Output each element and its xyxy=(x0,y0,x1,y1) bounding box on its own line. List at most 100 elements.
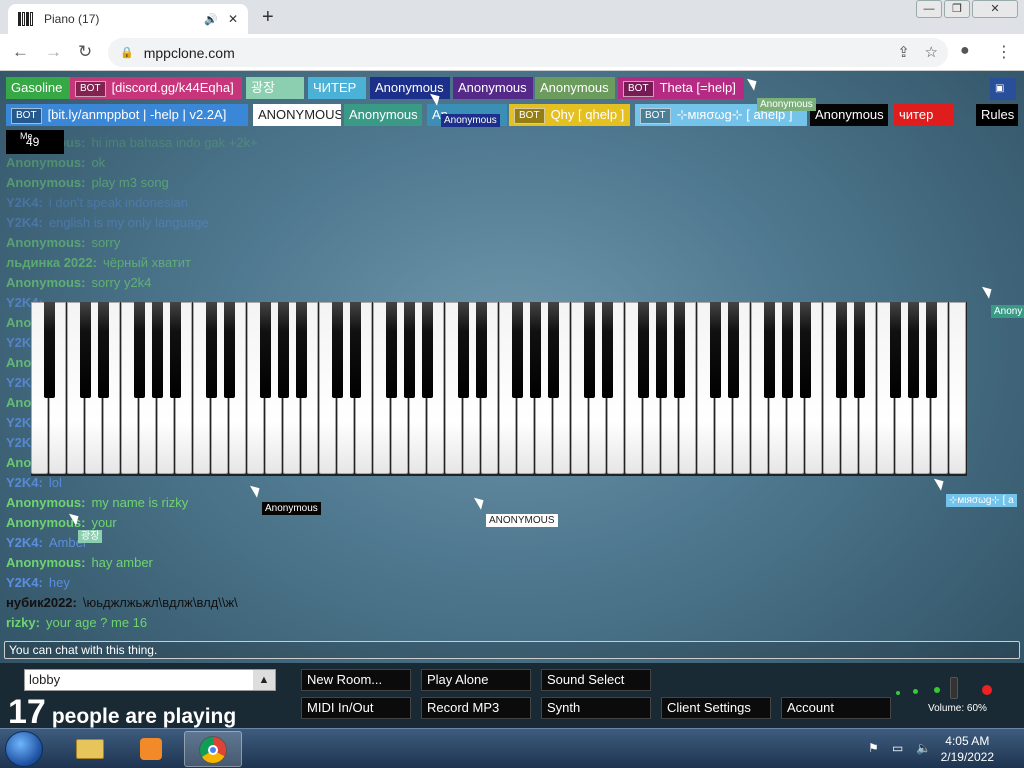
taskbar-clock[interactable]: 4:05 AM 2/19/2022 xyxy=(941,733,994,765)
black-key[interactable] xyxy=(656,302,667,398)
user-tag[interactable]: BOT Qhy [ qhelp ] xyxy=(509,104,630,126)
file-explorer-taskbar-button[interactable] xyxy=(60,731,118,767)
black-key[interactable] xyxy=(350,302,361,398)
black-key[interactable] xyxy=(764,302,775,398)
user-tag[interactable]: ЧИТЕР xyxy=(308,77,366,99)
start-button[interactable] xyxy=(5,731,43,767)
black-key[interactable] xyxy=(278,302,289,398)
black-key[interactable] xyxy=(674,302,685,398)
profile-avatar-icon[interactable]: ● xyxy=(960,42,970,60)
record-mp3-button[interactable]: Record MP3 xyxy=(421,697,531,719)
user-tag[interactable]: BOT [bit.ly/anmppbot | -help | v2.2A] xyxy=(6,104,248,126)
synth-button[interactable]: Synth xyxy=(541,697,651,719)
back-arrow-icon[interactable]: ← xyxy=(12,42,29,62)
reload-icon[interactable]: ↻ xyxy=(78,42,92,62)
share-icon[interactable]: ⇪ xyxy=(897,43,910,61)
black-key[interactable] xyxy=(476,302,487,398)
black-key[interactable] xyxy=(890,302,901,398)
speaker-icon[interactable]: 🔊 xyxy=(204,13,218,26)
restore-button[interactable]: ❐ xyxy=(944,0,970,18)
new-room-button[interactable]: New Room... xyxy=(301,669,411,691)
notification-flag-icon[interactable]: ⚑ xyxy=(868,741,879,755)
user-name: ЧИТЕР xyxy=(313,80,357,95)
player-count-label: people are playing xyxy=(51,705,237,728)
user-tag[interactable]: BOT [discord.gg/k44Eqha] xyxy=(70,77,242,99)
user-badge-icon[interactable]: ▣ xyxy=(990,78,1016,100)
black-key[interactable] xyxy=(170,302,181,398)
chat-text: play m3 song xyxy=(91,175,169,190)
new-tab-button[interactable]: + xyxy=(262,6,274,29)
black-key[interactable] xyxy=(296,302,307,398)
volume-slider[interactable] xyxy=(950,677,958,699)
black-key[interactable] xyxy=(836,302,847,398)
black-key[interactable] xyxy=(404,302,415,398)
black-key[interactable] xyxy=(638,302,649,398)
network-icon[interactable]: ▭ xyxy=(892,741,903,755)
forward-arrow-icon[interactable]: → xyxy=(45,42,62,62)
chat-input[interactable]: You can chat with this thing. xyxy=(4,641,1020,659)
black-key[interactable] xyxy=(206,302,217,398)
chrome-taskbar-button[interactable] xyxy=(184,731,242,767)
user-tag[interactable]: Anonymous xyxy=(344,104,422,126)
play-alone-button[interactable]: Play Alone xyxy=(421,669,531,691)
black-key[interactable] xyxy=(854,302,865,398)
chat-username: Anonymous: xyxy=(6,555,86,570)
black-key[interactable] xyxy=(386,302,397,398)
black-key[interactable] xyxy=(44,302,55,398)
black-key[interactable] xyxy=(530,302,541,398)
black-key[interactable] xyxy=(728,302,739,398)
chat-text: sorry xyxy=(91,235,121,250)
user-tag[interactable]: Gasoline xyxy=(6,77,71,99)
cursor-arrow-icon xyxy=(746,75,761,91)
menu-kebab-icon[interactable]: ⋮ xyxy=(996,42,1012,62)
black-key[interactable] xyxy=(602,302,613,398)
piano-keyboard[interactable] xyxy=(31,302,967,476)
user-tag[interactable]: BOT Theta [=help] xyxy=(618,77,744,99)
volume-tray-icon[interactable]: 🔈 xyxy=(916,741,931,755)
black-key[interactable] xyxy=(710,302,721,398)
chat-message: rizky: your age ? me 16 xyxy=(6,613,566,633)
bookmark-star-icon[interactable]: ☆ xyxy=(925,43,938,61)
black-key[interactable] xyxy=(926,302,937,398)
account-button[interactable]: Account xyxy=(781,697,891,719)
media-player-taskbar-button[interactable] xyxy=(122,731,180,767)
black-key[interactable] xyxy=(260,302,271,398)
black-key[interactable] xyxy=(134,302,145,398)
black-key[interactable] xyxy=(332,302,343,398)
room-select[interactable]: lobby ▲ xyxy=(24,669,276,691)
client-settings-button[interactable]: Client Settings xyxy=(661,697,771,719)
black-key[interactable] xyxy=(512,302,523,398)
user-name: Anonymous xyxy=(349,107,418,122)
chat-message: Anonymous:hi ima bahasa indo gak +2k+ xyxy=(6,133,566,153)
window-close-button[interactable]: ✕ xyxy=(972,0,1018,18)
black-key[interactable] xyxy=(422,302,433,398)
user-tag[interactable]: ANONYMOUS xyxy=(253,104,341,126)
black-key[interactable] xyxy=(908,302,919,398)
rules-button[interactable]: Rules xyxy=(976,104,1018,126)
minimize-button[interactable]: — xyxy=(916,0,942,18)
white-key[interactable] xyxy=(949,302,966,474)
user-tag[interactable]: читер xyxy=(894,104,954,126)
room-arrow-icon[interactable]: ▲ xyxy=(253,670,275,690)
black-key[interactable] xyxy=(584,302,595,398)
user-tag[interactable]: Anonymous xyxy=(535,77,615,99)
chat-username: нубик2022: xyxy=(6,595,77,610)
black-key[interactable] xyxy=(800,302,811,398)
black-key[interactable] xyxy=(224,302,235,398)
black-key[interactable] xyxy=(548,302,559,398)
black-key[interactable] xyxy=(152,302,163,398)
user-tag[interactable]: 광장 xyxy=(246,77,304,99)
midi-button[interactable]: MIDI In/Out xyxy=(301,697,411,719)
address-bar[interactable]: 🔒 mppclone.com ⇪ ☆ xyxy=(108,38,948,67)
black-key[interactable] xyxy=(98,302,109,398)
user-tag[interactable]: Anonymous xyxy=(453,77,533,99)
black-key[interactable] xyxy=(782,302,793,398)
black-key[interactable] xyxy=(80,302,91,398)
chat-text: sorry y2k4 xyxy=(91,275,152,290)
sound-select-button[interactable]: Sound Select xyxy=(541,669,651,691)
user-tag[interactable]: Anonymous xyxy=(810,104,888,126)
cursor-arrow-icon xyxy=(981,283,996,299)
black-key[interactable] xyxy=(458,302,469,398)
browser-tab[interactable]: Piano (17) 🔊 ✕ xyxy=(8,4,248,34)
tab-close-icon[interactable]: ✕ xyxy=(228,12,238,26)
